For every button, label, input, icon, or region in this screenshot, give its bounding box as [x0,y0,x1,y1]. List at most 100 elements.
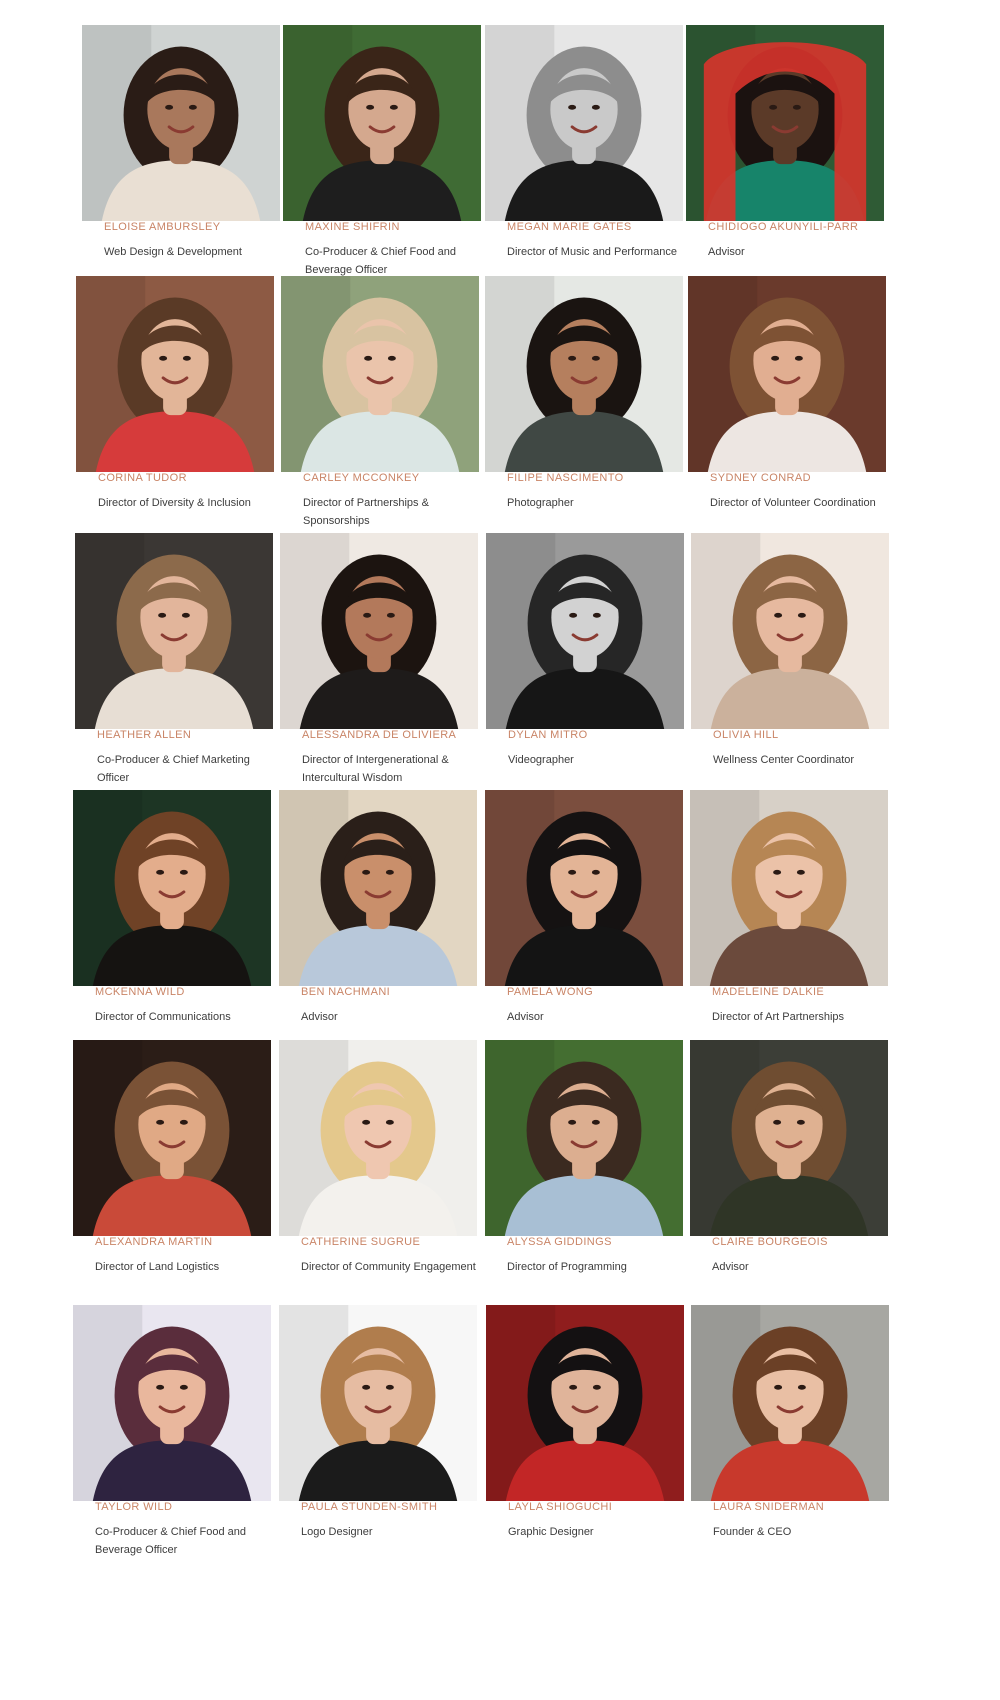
member-photo [485,276,683,472]
team-member-card: CARLEY MCCONKEY Director of Partnerships … [281,276,491,556]
member-role: Advisor [301,1011,338,1023]
member-name: LAURA SNIDERMAN [713,1501,825,1513]
team-member-card: SYDNEY CONRAD Director of Volunteer Coord… [688,276,898,556]
member-role: Photographer [507,497,574,509]
member-role: Logo Designer [301,1526,373,1538]
team-member-card: HEATHER ALLEN Co-Producer & Chief Marketi… [75,533,285,813]
portrait-image [280,533,478,729]
member-role: Director of Communications [95,1011,231,1023]
portrait-image [486,533,684,729]
member-photo [280,533,478,729]
member-name: CATHERINE SUGRUE [301,1236,421,1248]
member-name: LAYLA SHIOGUCHI [508,1501,613,1513]
member-photo [279,1040,477,1236]
member-role: Director of Intergenerational & Intercul… [302,754,449,784]
portrait-image [690,1040,888,1236]
member-name: MADELEINE DALKIE [712,986,825,998]
team-member-card: ALYSSA GIDDINGS Director of Programming [485,1040,695,1320]
portrait-image [485,276,683,472]
member-photo [485,790,683,986]
member-photo [691,533,889,729]
team-member-card: LAURA SNIDERMAN Founder & CEO [691,1305,901,1585]
member-name: MEGAN MARIE GATES [507,221,632,233]
member-name: TAYLOR WILD [95,1501,173,1513]
member-photo [486,533,684,729]
member-photo [279,790,477,986]
portrait-image [686,25,884,221]
member-role: Advisor [708,246,745,258]
member-role: Web Design & Development [104,246,242,258]
member-role: Director of Music and Performance [507,246,677,258]
portrait-image [281,276,479,472]
member-role: Director of Volunteer Coordination [710,497,876,509]
portrait-image [82,25,280,221]
member-photo [690,790,888,986]
member-photo [486,1305,684,1501]
member-photo [686,25,884,221]
member-name: ALEXANDRA MARTIN [95,1236,213,1248]
member-name: CLAIRE BOURGEOIS [712,1236,828,1248]
member-role: Co-Producer & Chief Food and Beverage Of… [305,246,457,276]
portrait-image [279,790,477,986]
team-member-card: MCKENNA WILD Director of Communications [73,790,283,1070]
member-name: DYLAN MITRO [508,729,588,741]
team-member-card: PAMELA WONG Advisor [485,790,695,1070]
member-name: ELOISE AMBURSLEY [104,221,221,233]
member-photo [75,533,273,729]
team-member-card: ALESSANDRA DE OLIVIERA Director of Interg… [280,533,490,813]
team-member-card: CLAIRE BOURGEOIS Advisor [690,1040,900,1320]
portrait-image [691,533,889,729]
portrait-image [73,1305,271,1501]
member-name: FILIPE NASCIMENTO [507,472,624,484]
member-role: Advisor [712,1261,749,1273]
portrait-image [283,25,481,221]
member-role: Founder & CEO [713,1526,792,1538]
portrait-image [486,1305,684,1501]
member-photo [690,1040,888,1236]
team-member-card: ELOISE AMBURSLEY Web Design & Development [82,25,292,305]
team-member-card: TAYLOR WILD Co-Producer & Chief Food and … [73,1305,283,1585]
member-photo [73,1040,271,1236]
member-name: HEATHER ALLEN [97,729,192,741]
team-member-card: DYLAN MITRO Videographer [486,533,696,813]
member-name: CARLEY MCCONKEY [303,472,420,484]
member-name: ALYSSA GIDDINGS [507,1236,612,1248]
portrait-image [485,790,683,986]
portrait-image [73,1040,271,1236]
member-role: Videographer [508,754,574,766]
member-photo [82,25,280,221]
portrait-image [279,1305,477,1501]
member-name: PAMELA WONG [507,986,594,998]
member-name: PAULA STUNDEN-SMITH [301,1501,438,1513]
portrait-image [75,533,273,729]
portrait-image [690,790,888,986]
portrait-image [485,25,683,221]
member-role: Co-Producer & Chief Food and Beverage Of… [95,1526,247,1556]
team-member-card: LAYLA SHIOGUCHI Graphic Designer [486,1305,696,1585]
member-name: ALESSANDRA DE OLIVIERA [302,729,457,741]
member-photo [76,276,274,472]
member-photo [73,790,271,986]
team-member-card: CHIDIOGO AKUNYILI-PARR Advisor [686,25,896,305]
member-photo [691,1305,889,1501]
member-role: Advisor [507,1011,544,1023]
team-member-card: FILIPE NASCIMENTO Photographer [485,276,695,556]
member-photo [283,25,481,221]
member-role: Director of Community Engagement [301,1261,476,1273]
team-member-card: ALEXANDRA MARTIN Director of Land Logisti… [73,1040,283,1320]
portrait-image [688,276,886,472]
member-photo [485,1040,683,1236]
team-member-card: MADELEINE DALKIE Director of Art Partners… [690,790,900,1070]
member-name: CHIDIOGO AKUNYILI-PARR [708,221,859,233]
member-role: Co-Producer & Chief Marketing Officer [97,754,250,784]
team-member-card: MAXINE SHIFRIN Co-Producer & Chief Food a… [283,25,493,305]
portrait-image [73,790,271,986]
portrait-image [76,276,274,472]
member-name: OLIVIA HILL [713,729,779,741]
team-member-card: PAULA STUNDEN-SMITH Logo Designer [279,1305,489,1585]
member-role: Director of Land Logistics [95,1261,220,1273]
portrait-image [485,1040,683,1236]
team-member-card: CATHERINE SUGRUE Director of Community En… [279,1040,489,1320]
member-role: Director of Programming [507,1261,627,1273]
member-role: Director of Partnerships & Sponsorships [303,497,429,527]
